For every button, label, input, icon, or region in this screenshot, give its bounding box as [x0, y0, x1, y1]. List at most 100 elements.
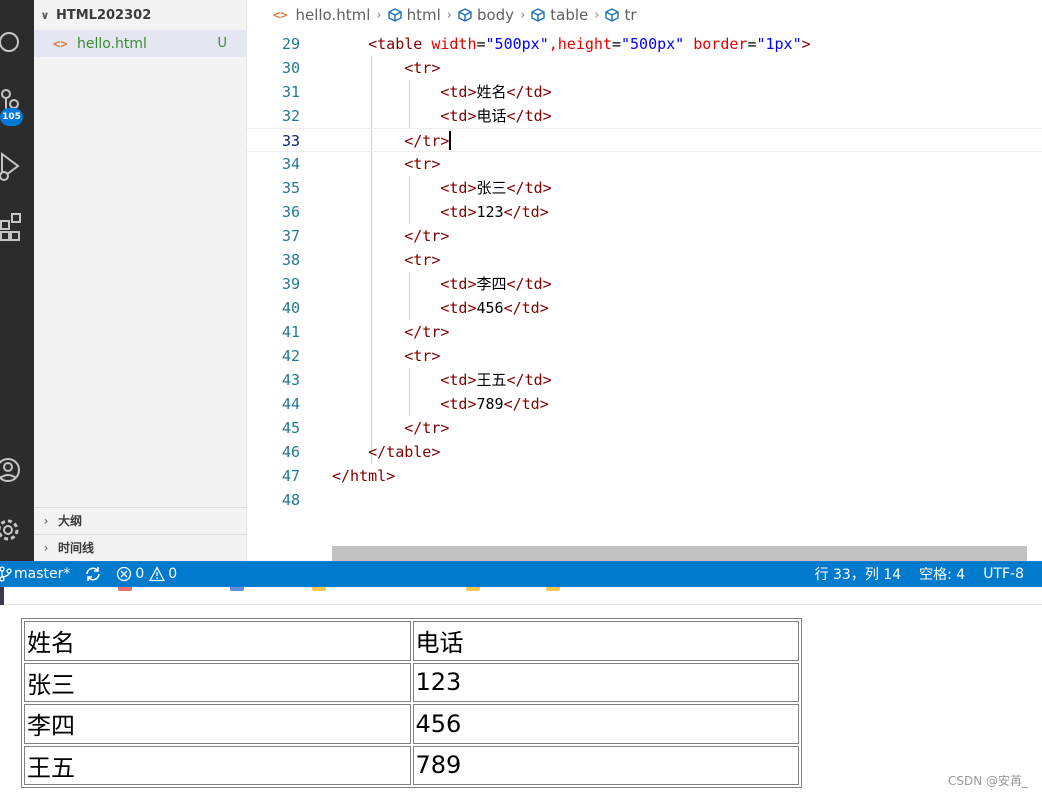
- code-line[interactable]: 43 <td>王五</td>: [247, 368, 1042, 392]
- code-line[interactable]: 33 </tr>: [247, 128, 1042, 152]
- breadcrumb-item-tr[interactable]: tr: [605, 6, 637, 24]
- code-text: </table>: [332, 440, 440, 464]
- code-line[interactable]: 35 <td>张三</td>: [247, 176, 1042, 200]
- code-editor[interactable]: <> hello.html › html › body › table › tr: [247, 0, 1042, 561]
- code-line[interactable]: 40 <td>456</td>: [247, 296, 1042, 320]
- element-cube-icon: [458, 8, 472, 22]
- sync-button[interactable]: [84, 566, 102, 582]
- html-file-icon: <>: [273, 8, 288, 22]
- chevron-right-icon: ›: [376, 7, 382, 23]
- code-line[interactable]: 29 <table width="500px",height="500px" b…: [247, 32, 1042, 56]
- error-count: 0: [135, 566, 145, 582]
- code-line[interactable]: 36 <td>123</td>: [247, 200, 1042, 224]
- encoding-setting[interactable]: UTF-8: [983, 566, 1024, 582]
- code-line[interactable]: 42 <tr>: [247, 344, 1042, 368]
- code-text: <td>456</td>: [332, 296, 548, 320]
- file-item-hello-html[interactable]: <> hello.html U: [34, 30, 247, 57]
- code-text: <tr>: [332, 56, 440, 80]
- line-number: 48: [281, 491, 300, 509]
- gear-icon[interactable]: [0, 510, 34, 550]
- code-token: </html>: [332, 467, 396, 485]
- table-cell: 王五: [24, 745, 411, 785]
- browser-bookmarks-strip: [0, 587, 1042, 605]
- element-cube-icon: [605, 8, 620, 22]
- chevron-right-icon: ›: [43, 540, 49, 555]
- table-row: 王五 789: [24, 745, 799, 785]
- code-line[interactable]: 34 <tr>: [247, 152, 1042, 176]
- code-line[interactable]: 47 </html>: [247, 464, 1042, 488]
- explorer-sidebar: ∨ HTML202302 <> hello.html U › 大纲 › 时间线: [34, 0, 247, 561]
- code-token: width: [422, 35, 477, 53]
- problems-indicator[interactable]: 0 0: [116, 566, 177, 582]
- code-line[interactable]: 31 <td>姓名</td>: [247, 80, 1042, 104]
- code-line[interactable]: 32 <td>电话</td>: [247, 104, 1042, 128]
- code-area[interactable]: 29 <table width="500px",height="500px" b…: [247, 32, 1042, 512]
- run-debug-icon[interactable]: [0, 146, 34, 186]
- cursor-position[interactable]: 行 33，列 14: [815, 564, 902, 584]
- code-line[interactable]: 37 </tr>: [247, 224, 1042, 248]
- breadcrumb-item-body[interactable]: body: [458, 6, 514, 24]
- line-number: 44: [281, 395, 300, 413]
- code-line[interactable]: 48: [247, 488, 1042, 512]
- scm-badge: 105: [0, 108, 23, 126]
- outline-section[interactable]: › 大纲: [34, 507, 247, 533]
- code-token: <td>: [440, 179, 477, 197]
- code-line[interactable]: 46 </table>: [247, 440, 1042, 464]
- timeline-section[interactable]: › 时间线: [34, 534, 247, 560]
- code-token: 张三: [476, 179, 507, 197]
- line-number: 40: [281, 299, 300, 317]
- code-text: <td>王五</td>: [332, 368, 551, 392]
- code-line[interactable]: 30 <tr>: [247, 56, 1042, 80]
- outline-label: 大纲: [58, 514, 83, 528]
- code-line[interactable]: 44 <td>789</td>: [247, 392, 1042, 416]
- breadcrumb-label: body: [476, 6, 515, 24]
- line-number: 38: [281, 251, 300, 269]
- account-icon[interactable]: [0, 450, 34, 490]
- code-text: </html>: [332, 464, 395, 488]
- timeline-label: 时间线: [58, 541, 95, 555]
- branch-indicator[interactable]: master*: [0, 566, 70, 582]
- code-token: </tr>: [404, 227, 450, 245]
- breadcrumb: <> hello.html › html › body › table › tr: [247, 0, 1042, 30]
- element-cube-icon: [531, 8, 545, 22]
- code-text: <table width="500px",height="500px" bord…: [332, 32, 811, 56]
- file-status-badge: U: [217, 36, 227, 51]
- code-token: "1px": [756, 35, 802, 53]
- code-text: <td>李四</td>: [332, 272, 551, 296]
- code-token: ,height: [548, 35, 612, 53]
- indentation-setting[interactable]: 空格: 4: [919, 564, 965, 584]
- chevron-right-icon: ›: [594, 7, 600, 23]
- code-line[interactable]: 38 <tr>: [247, 248, 1042, 272]
- code-line[interactable]: 45 </tr>: [247, 416, 1042, 440]
- horizontal-scrollbar[interactable]: [332, 546, 1027, 561]
- table-cell: 123: [412, 662, 799, 702]
- code-token: 电话: [476, 107, 507, 125]
- search-icon[interactable]: [0, 22, 34, 62]
- chevron-right-icon: ›: [520, 7, 526, 23]
- code-token: </table>: [368, 443, 441, 461]
- breadcrumb-item-file[interactable]: <> hello.html: [273, 6, 370, 24]
- bookmark-icon: [546, 587, 560, 591]
- line-number: 42: [281, 347, 300, 365]
- html-file-icon: <>: [53, 36, 68, 51]
- code-token: <tr>: [404, 251, 441, 269]
- code-token: 姓名: [476, 83, 507, 101]
- code-token: 789: [476, 395, 504, 413]
- code-line[interactable]: 41 </tr>: [247, 320, 1042, 344]
- extensions-icon[interactable]: [0, 208, 34, 248]
- chevron-right-icon: ›: [43, 513, 49, 528]
- breadcrumb-item-table[interactable]: table: [531, 6, 588, 24]
- warning-icon: [149, 566, 166, 582]
- breadcrumb-item-html[interactable]: html: [387, 6, 441, 24]
- code-line[interactable]: 39 <td>李四</td>: [247, 272, 1042, 296]
- branch-name: master*: [14, 566, 71, 582]
- folder-row[interactable]: ∨ HTML202302: [34, 2, 247, 28]
